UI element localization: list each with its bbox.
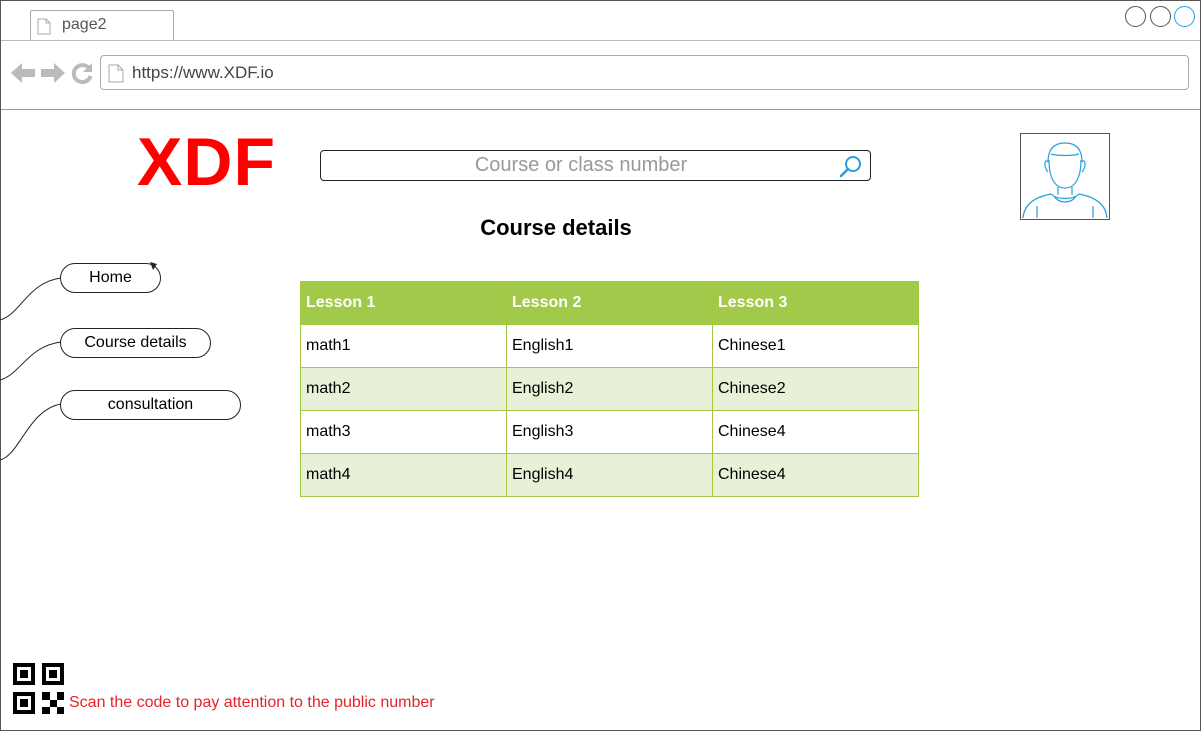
column-header: Lesson 1 (300, 281, 507, 325)
sidebar-item-home[interactable]: Home (60, 263, 161, 293)
user-avatar[interactable] (1020, 133, 1110, 220)
search-input[interactable] (321, 151, 841, 180)
tab-bar-divider (1, 40, 1200, 41)
sidebar-item-label: Home (89, 269, 132, 286)
search-box[interactable] (320, 150, 871, 181)
column-header: Lesson 2 (506, 281, 713, 325)
course-table: Lesson 1 Lesson 2 Lesson 3 math1 English… (300, 281, 919, 497)
table-cell: Chinese2 (712, 367, 919, 411)
document-icon (108, 64, 124, 83)
table-row[interactable]: math4 English4 Chinese4 (300, 453, 919, 497)
reload-icon[interactable] (70, 61, 94, 85)
logo[interactable]: XDF (137, 124, 276, 200)
url-text: https://www.XDF.io (132, 63, 274, 82)
cursor-marker-icon (150, 262, 157, 270)
forward-arrow-icon[interactable] (40, 62, 66, 84)
sidebar-item-label: consultation (107, 396, 194, 413)
tab-title: page2 (62, 16, 107, 33)
minimize-button[interactable] (1125, 6, 1146, 27)
user-icon (1022, 142, 1108, 219)
table-cell: English4 (506, 453, 713, 497)
qr-caption: Scan the code to pay attention to the pu… (69, 694, 435, 711)
table-cell: math3 (300, 410, 507, 454)
close-button[interactable] (1174, 6, 1195, 27)
column-header: Lesson 3 (712, 281, 919, 325)
sidebar-item-label: Course details (84, 334, 187, 351)
table-cell: Chinese4 (712, 410, 919, 454)
table-row[interactable]: math3 English3 Chinese4 (300, 410, 919, 454)
table-cell: math1 (300, 324, 507, 368)
sidebar-item-course-details[interactable]: Course details (60, 328, 211, 358)
sidebar-connectors (0, 277, 62, 461)
search-icon[interactable] (839, 154, 863, 178)
table-row[interactable]: math2 English2 Chinese2 (300, 367, 919, 411)
table-cell: English1 (506, 324, 713, 368)
back-arrow-icon[interactable] (10, 62, 36, 84)
toolbar-divider (1, 109, 1200, 110)
address-bar[interactable]: https://www.XDF.io (100, 55, 1189, 90)
table-cell: Chinese1 (712, 324, 919, 368)
table-cell: English2 (506, 367, 713, 411)
sidebar-item-consultation[interactable]: consultation (60, 390, 241, 420)
page-title: Course details (480, 215, 632, 240)
table-cell: math4 (300, 453, 507, 497)
table-row[interactable]: math1 English1 Chinese1 (300, 324, 919, 368)
table-header-row: Lesson 1 Lesson 2 Lesson 3 (300, 281, 919, 325)
document-icon (37, 18, 51, 35)
browser-tab[interactable]: page2 (30, 10, 174, 40)
table-cell: Chinese4 (712, 453, 919, 497)
table-cell: math2 (300, 367, 507, 411)
maximize-button[interactable] (1150, 6, 1171, 27)
table-cell: English3 (506, 410, 713, 454)
qr-code-icon[interactable] (13, 663, 65, 715)
